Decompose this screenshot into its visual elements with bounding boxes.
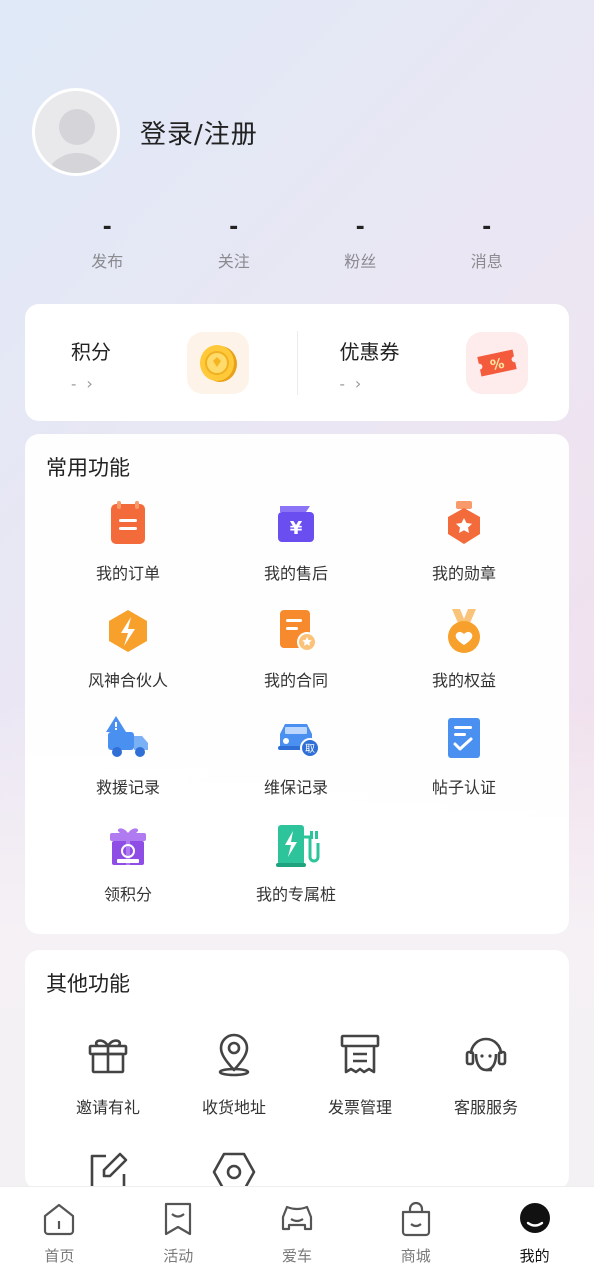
stat-messages[interactable]: - 消息 xyxy=(424,214,551,272)
stat-label: 粉丝 xyxy=(344,252,377,271)
profile-header[interactable]: 登录/注册 xyxy=(32,88,258,176)
stat-label: 关注 xyxy=(217,252,250,271)
svg-text:¥: ¥ xyxy=(290,518,303,539)
tab-label: 商城 xyxy=(400,1247,431,1265)
bookmark-flag-icon xyxy=(165,1202,192,1236)
points-value: - › xyxy=(71,374,93,393)
stat-label: 消息 xyxy=(470,252,503,271)
avatar-body-icon xyxy=(43,153,111,173)
points-coupon-card: 积分 - › 优惠券 - › % xyxy=(25,304,569,421)
item-label: 领积分 xyxy=(103,885,152,904)
invoice-icon xyxy=(340,1034,380,1074)
tab-label: 活动 xyxy=(163,1247,194,1265)
item-label: 风神合伙人 xyxy=(87,671,168,690)
item-label: 发票管理 xyxy=(327,1098,392,1117)
tow-truck-icon xyxy=(106,716,148,757)
car-service-icon: 取 xyxy=(278,724,320,758)
item-label: 邀请有礼 xyxy=(75,1098,140,1117)
heart-medal-icon xyxy=(448,609,480,653)
gift-box-icon xyxy=(110,828,146,865)
partner[interactable]: 风神合伙人 xyxy=(44,607,212,691)
rescue-records[interactable]: 救援记录 xyxy=(44,714,212,798)
item-label: 我的专属桩 xyxy=(255,885,336,904)
tab-home[interactable]: 首页 xyxy=(0,1187,119,1280)
chevron-right-icon: › xyxy=(86,374,93,393)
gift-icon xyxy=(88,1039,128,1074)
gold-coin-icon xyxy=(187,332,249,394)
stat-label: 发布 xyxy=(91,252,124,271)
location-pin-icon xyxy=(218,1033,250,1077)
charging-pile-icon xyxy=(276,825,320,867)
item-label: 维保记录 xyxy=(263,778,328,797)
order-clipboard-icon xyxy=(111,501,145,544)
other-functions-section: 其他功能 邀请有礼 收货地址 发票管理 客服服务 xyxy=(25,950,569,1192)
car-front-icon xyxy=(281,1205,313,1231)
profile-face-icon xyxy=(519,1203,550,1233)
chevron-right-icon: › xyxy=(354,374,362,393)
section-title: 常用功能 xyxy=(46,456,130,480)
post-verification[interactable]: 帖子认证 xyxy=(380,714,548,798)
stat-value: - xyxy=(229,215,239,240)
item-label: 客服服务 xyxy=(453,1098,518,1117)
item-label: 救援记录 xyxy=(95,778,160,797)
bottom-tab-bar: 首页 活动 爱车 商城 我的 xyxy=(0,1186,594,1280)
tab-label: 爱车 xyxy=(281,1247,312,1265)
customer-service[interactable]: 客服服务 xyxy=(423,1030,549,1118)
item-label: 收货地址 xyxy=(201,1098,266,1117)
points-entry[interactable]: 积分 - › xyxy=(25,304,297,421)
stat-following[interactable]: - 关注 xyxy=(171,214,298,272)
invite-gift[interactable]: 邀请有礼 xyxy=(45,1030,171,1118)
svg-text:取: 取 xyxy=(305,743,315,755)
coupon-ticket-icon: % xyxy=(465,332,528,394)
coupon-title: 优惠券 xyxy=(339,340,400,364)
points-value-text: - xyxy=(71,375,77,393)
coupon-value-text: - xyxy=(339,375,345,393)
tab-activity[interactable]: 活动 xyxy=(119,1187,238,1280)
yen-wallet-icon: ¥ xyxy=(278,506,314,542)
avatar-head-icon xyxy=(59,109,95,145)
claim-points[interactable]: 领积分 xyxy=(44,821,212,905)
points-title: 积分 xyxy=(71,340,111,364)
tab-label: 首页 xyxy=(44,1247,75,1265)
home-icon xyxy=(44,1203,75,1236)
maintenance-records[interactable]: 取 维保记录 xyxy=(212,714,380,798)
stat-value: - xyxy=(102,215,112,240)
tab-mine[interactable]: 我的 xyxy=(475,1187,594,1280)
item-label: 我的权益 xyxy=(431,671,496,690)
stat-value: - xyxy=(482,215,492,240)
verified-document-icon xyxy=(448,718,480,758)
shipping-address[interactable]: 收货地址 xyxy=(171,1030,297,1118)
medal-badge-icon xyxy=(448,501,480,544)
my-charging-pile[interactable]: 我的专属桩 xyxy=(212,821,380,905)
coupon-value: - › xyxy=(340,374,362,393)
my-benefits[interactable]: 我的权益 xyxy=(380,607,548,691)
contract-document-icon xyxy=(280,610,317,652)
tab-mall[interactable]: 商城 xyxy=(356,1187,475,1280)
item-label: 我的合同 xyxy=(263,671,328,690)
login-register-link[interactable]: 登录/注册 xyxy=(140,114,258,151)
item-label: 我的勋章 xyxy=(431,564,496,583)
item-label: 我的订单 xyxy=(95,564,160,583)
headset-service-icon xyxy=(465,1037,507,1072)
tab-label: 我的 xyxy=(519,1247,550,1265)
coupon-entry[interactable]: 优惠券 - › % xyxy=(298,304,570,421)
tab-my-car[interactable]: 爱车 xyxy=(238,1187,357,1280)
stat-value: - xyxy=(355,215,365,240)
item-label: 帖子认证 xyxy=(431,778,496,797)
profile-stats: - 发布 - 关注 - 粉丝 - 消息 xyxy=(44,214,550,272)
lightning-hexagon-icon xyxy=(109,610,147,652)
common-functions-section: 常用功能 我的订单 ¥ 我的售后 我的勋章 风神合伙人 我的合同 我的权益 救援… xyxy=(25,434,569,934)
invoice-management[interactable]: 发票管理 xyxy=(297,1030,423,1118)
section-title: 其他功能 xyxy=(46,972,130,996)
my-orders[interactable]: 我的订单 xyxy=(44,500,212,584)
avatar[interactable] xyxy=(32,88,120,176)
my-medals[interactable]: 我的勋章 xyxy=(380,500,548,584)
shopping-bag-icon xyxy=(401,1201,430,1237)
item-label: 我的售后 xyxy=(263,564,328,583)
my-after-sales[interactable]: ¥ 我的售后 xyxy=(212,500,380,584)
my-contracts[interactable]: 我的合同 xyxy=(212,607,380,691)
stat-followers[interactable]: - 粉丝 xyxy=(297,214,424,272)
stat-posts[interactable]: - 发布 xyxy=(44,214,171,272)
